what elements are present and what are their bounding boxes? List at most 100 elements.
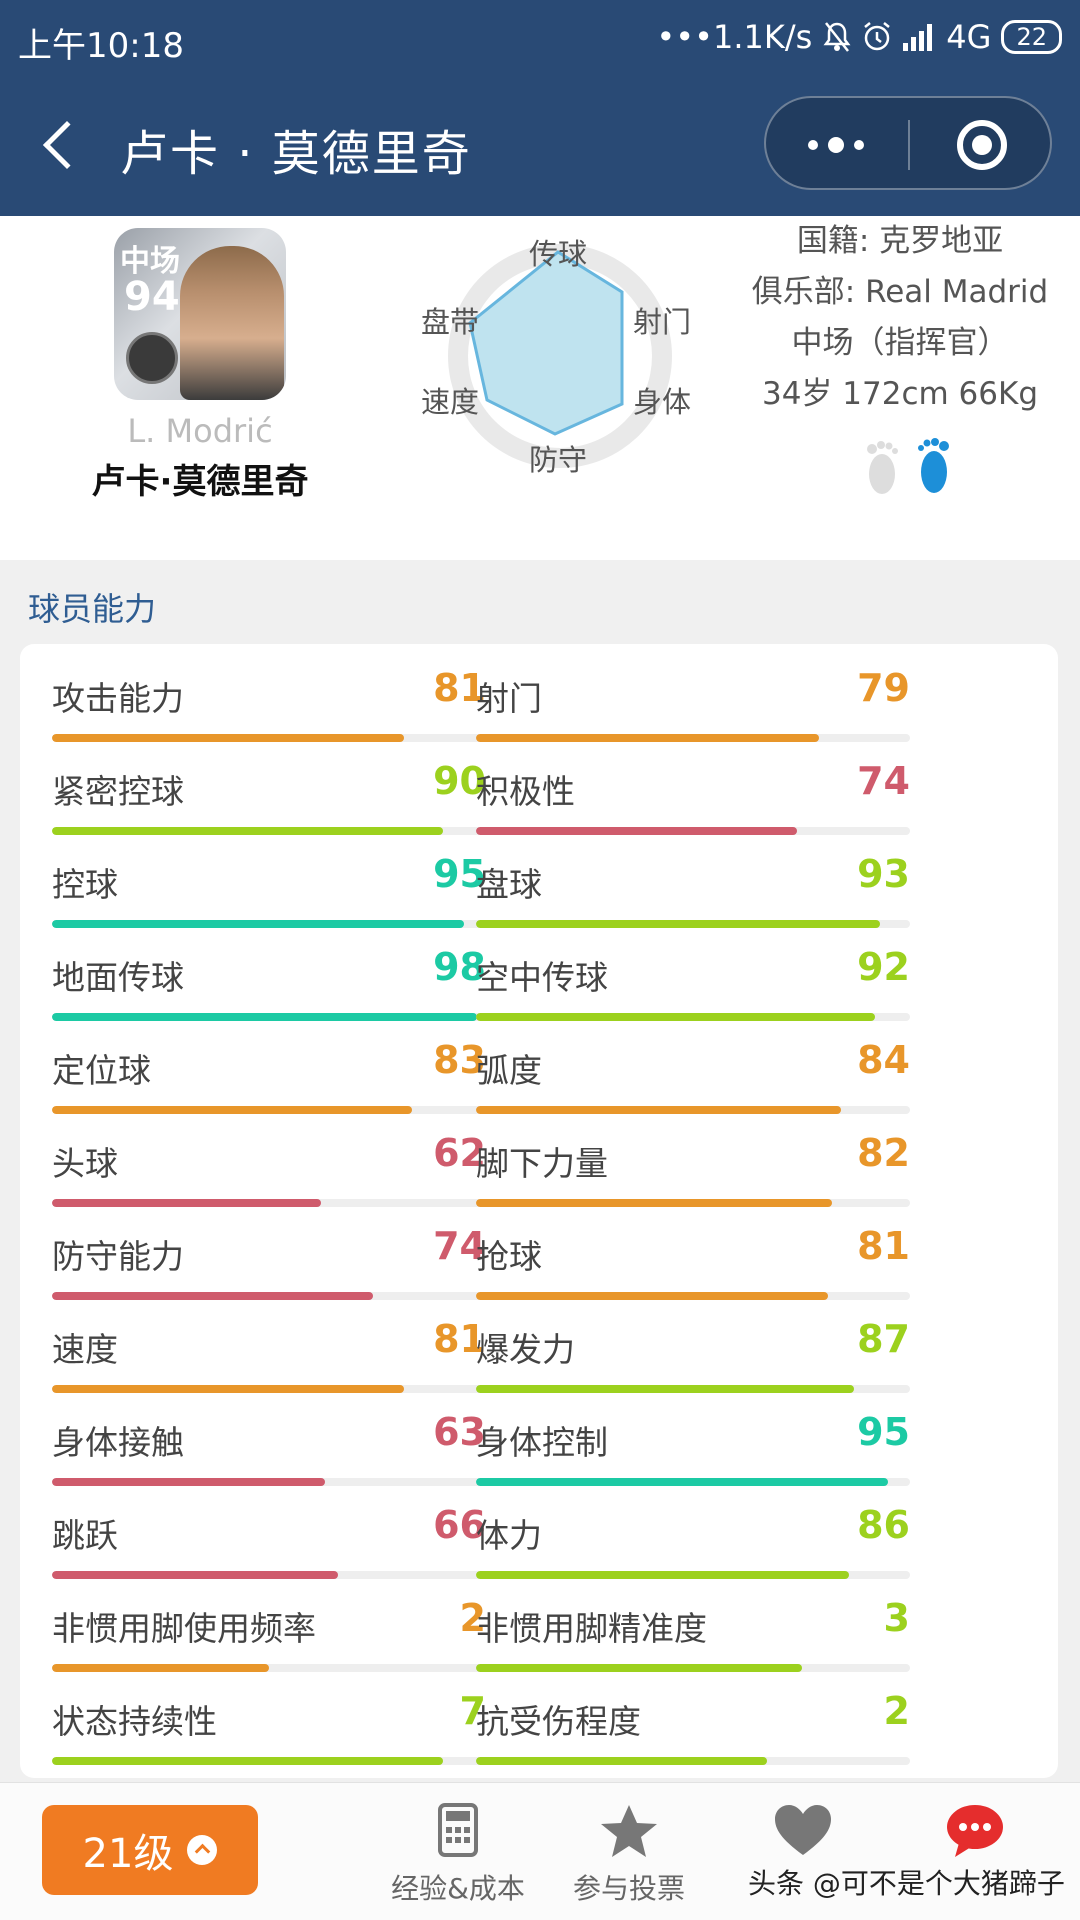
dot-icon <box>808 140 818 150</box>
level-label: 21级 <box>82 1831 174 1877</box>
stat-bar-track <box>476 1385 910 1393</box>
stat-label: 非惯用脚精准度 <box>476 1609 707 1648</box>
stat-row: 状态持续性 7 <box>52 1677 486 1770</box>
stat-value: 2 <box>883 1689 910 1733</box>
stat-label: 速度 <box>52 1330 118 1369</box>
stat-label: 抢球 <box>476 1237 542 1276</box>
stat-bar-fill <box>476 1664 802 1672</box>
stat-row: 防守能力 74 <box>52 1212 486 1305</box>
stat-bar-fill <box>476 1199 832 1207</box>
player-info: 国籍: 克罗地亚 俱乐部: Real Madrid 中场（指挥官） 34岁 17… <box>740 216 1060 420</box>
stat-value: 82 <box>857 1131 910 1175</box>
stat-label: 脚下力量 <box>476 1144 608 1183</box>
stat-bar-track <box>52 1664 486 1672</box>
stat-bar-track <box>52 1385 486 1393</box>
calculator-icon <box>438 1803 478 1857</box>
left-foot-icon <box>867 441 898 494</box>
stat-value: 86 <box>857 1503 910 1547</box>
stat-bar-track <box>476 1199 910 1207</box>
stat-row: 射门 79 <box>476 654 910 747</box>
alarm-clock-icon <box>864 22 891 51</box>
stat-bar-track <box>52 1292 486 1300</box>
stat-row: 抢球 81 <box>476 1212 910 1305</box>
stat-bar-fill <box>476 1757 767 1765</box>
stat-label: 身体控制 <box>476 1423 608 1462</box>
stat-label: 地面传球 <box>52 958 184 997</box>
radar-label-dribble: 盘带 <box>421 305 479 339</box>
player-card[interactable]: 中场 94 <box>114 228 286 400</box>
stat-bar-fill <box>52 1013 478 1021</box>
stat-bar-fill <box>52 1385 404 1393</box>
page-title: 卢卡 · 莫德里奇 <box>120 126 472 182</box>
signal-icon <box>903 24 933 51</box>
stat-row: 非惯用脚使用频率 2 <box>52 1584 486 1677</box>
stat-bar-fill <box>52 1571 339 1579</box>
club: 俱乐部: Real Madrid <box>751 274 1049 310</box>
status-time: 上午10:18 <box>18 26 184 66</box>
stat-bar-track <box>52 1478 486 1486</box>
stat-row: 抗受伤程度 2 <box>476 1677 910 1770</box>
stat-label: 盘球 <box>476 865 542 904</box>
section-title: 球员能力 <box>28 590 157 628</box>
stat-row: 头球 62 <box>52 1119 486 1212</box>
stat-bar-track <box>476 1106 910 1114</box>
stat-bar-track <box>52 827 486 835</box>
stat-label: 防守能力 <box>52 1237 184 1276</box>
stat-label: 爆发力 <box>476 1330 575 1369</box>
battery-icon: 22 <box>1001 20 1062 54</box>
stat-label: 控球 <box>52 865 118 904</box>
stat-bar-track <box>476 1478 910 1486</box>
radar-label-pass: 传球 <box>529 237 587 271</box>
tab-label: 参与投票 <box>572 1872 685 1905</box>
stat-row: 积极性 74 <box>476 747 910 840</box>
stat-row: 弧度 84 <box>476 1026 910 1119</box>
stat-row: 爆发力 87 <box>476 1305 910 1398</box>
player-name-cn: 卢卡·莫德里奇 <box>91 462 309 502</box>
player-name-en: L. Modrić <box>127 412 273 450</box>
physical: 34岁 172cm 66Kg <box>761 376 1039 412</box>
stat-bar-track <box>52 920 486 928</box>
radar-label-shoot: 射门 <box>633 305 691 339</box>
stat-label: 头球 <box>52 1144 118 1183</box>
nationality: 国籍: 克罗地亚 <box>796 223 1004 259</box>
close-miniprogram-button[interactable] <box>912 98 1052 192</box>
stat-row: 非惯用脚精准度 3 <box>476 1584 910 1677</box>
stat-bar-track <box>52 1571 486 1579</box>
capsule-divider <box>908 120 910 170</box>
stat-bar-track <box>52 1199 486 1207</box>
card-rating: 94 <box>124 274 180 320</box>
stat-bar-track <box>476 734 910 742</box>
stat-bar-track <box>476 1013 910 1021</box>
stat-value: 79 <box>857 666 910 710</box>
stat-bar-fill <box>52 1199 322 1207</box>
level-button[interactable]: 21级 <box>42 1805 258 1895</box>
stat-bar-fill <box>476 827 798 835</box>
stats-panel: 攻击能力 81 紧密控球 90 控球 95 地面传球 98 定位球 83 头球 62 防守能… <box>20 644 1058 1778</box>
tab-label: 经验&成本 <box>391 1872 525 1905</box>
stat-row: 地面传球 98 <box>52 933 486 1026</box>
player-photo <box>180 246 284 400</box>
stat-value: 84 <box>857 1038 910 1082</box>
stat-row: 跳跃 66 <box>52 1491 486 1584</box>
stat-label: 跳跃 <box>52 1516 118 1555</box>
stat-row: 身体控制 95 <box>476 1398 910 1491</box>
tab-exp-cost[interactable]: 经验&成本 <box>373 1803 543 1913</box>
target-circle-icon <box>957 120 1007 170</box>
network-speed: •••1.1K/s <box>656 18 813 56</box>
dot-icon <box>854 140 864 150</box>
stat-value: 93 <box>857 852 910 896</box>
mini-program-capsule <box>764 96 1052 190</box>
tab-vote[interactable]: 参与投票 <box>544 1803 714 1913</box>
stat-label: 抗受伤程度 <box>476 1702 641 1741</box>
stat-bar-fill <box>52 827 443 835</box>
stat-label: 弧度 <box>476 1051 542 1090</box>
network-type: 4G <box>946 18 992 56</box>
more-button[interactable] <box>766 98 906 192</box>
stat-value: 92 <box>857 945 910 989</box>
stat-bar-track <box>52 1013 486 1021</box>
stat-bar-track <box>52 734 486 742</box>
back-button[interactable] <box>36 114 92 178</box>
stat-row: 脚下力量 82 <box>476 1119 910 1212</box>
star-icon <box>601 1805 657 1857</box>
bell-muted-icon <box>823 22 851 52</box>
